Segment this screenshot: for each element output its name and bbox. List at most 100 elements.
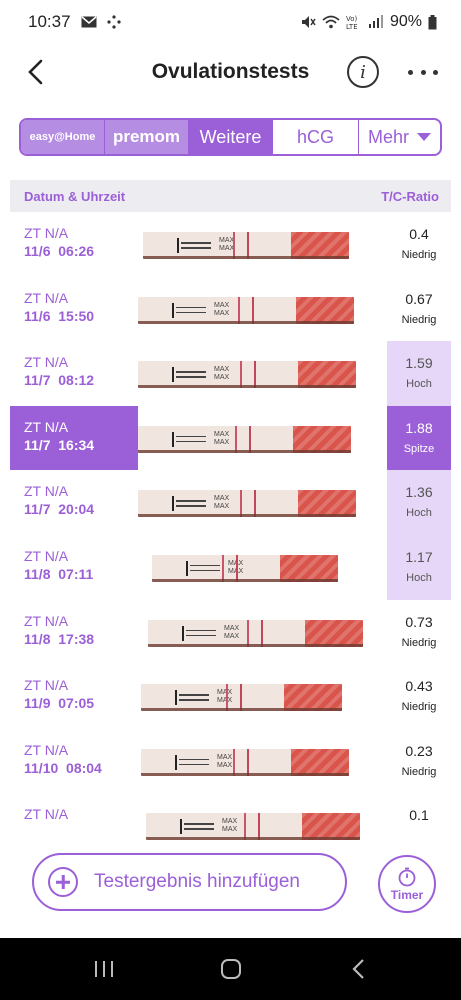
- test-row[interactable]: ZT N/A 11/6 06:26 MAX MAX 0.4 Niedrig: [0, 212, 461, 277]
- strip-control-line: [258, 813, 260, 841]
- test-row[interactable]: ZT N/A 11/7 08:12 MAX MAX 1.59 Hoch: [0, 341, 461, 406]
- strip-marker: [177, 238, 179, 253]
- strip-test-line: [222, 554, 224, 582]
- app-header: Ovulationstests i: [0, 48, 461, 96]
- timer-label: Timer: [390, 887, 424, 902]
- more-menu-button[interactable]: [408, 60, 438, 84]
- test-row[interactable]: ZT N/A 11/7 20:04 MAX MAX 1.36 Hoch: [0, 470, 461, 535]
- home-button[interactable]: [201, 949, 261, 989]
- page-title: Ovulationstests: [151, 60, 310, 83]
- strip-marker: [175, 754, 177, 770]
- strip-test-line: [240, 361, 242, 389]
- stopwatch-icon: [398, 867, 416, 886]
- tc-ratio-cell: 1.36 Hoch: [387, 470, 451, 535]
- lh-level-label: Hoch: [406, 507, 432, 520]
- lh-level-label: Hoch: [406, 571, 432, 584]
- test-strip-image[interactable]: MAXMAX: [143, 232, 349, 259]
- test-strip-image[interactable]: MAXMAX: [152, 554, 338, 582]
- dots-app-icon: [106, 15, 121, 29]
- test-row[interactable]: ZT N/A MAX MAX 0.1: [0, 793, 461, 858]
- test-datetime: 11/10 08:04: [24, 759, 102, 776]
- strip-max-label: MAXMAX: [214, 495, 230, 511]
- strip-arrow: [186, 629, 216, 632]
- more-dot-icon: [408, 69, 413, 75]
- row-date-cell: ZT N/A 11/7 08:12: [10, 341, 138, 406]
- test-strip-image[interactable]: MAXMAX: [141, 684, 342, 712]
- column-header-date: Datum & Uhrzeit: [24, 188, 126, 204]
- system-back-button[interactable]: [328, 949, 388, 989]
- test-strip-image[interactable]: MAXMAX: [146, 813, 360, 841]
- strip-arrow: [186, 634, 216, 637]
- tab-premom[interactable]: premom: [105, 120, 189, 154]
- test-strip-image[interactable]: MAXMAX: [141, 748, 349, 776]
- brand-tabs: easy@Home premom Weitere hCG Mehr: [19, 118, 442, 156]
- strip-arrow: [176, 440, 206, 443]
- test-strip-image[interactable]: MAXMAX: [138, 425, 351, 453]
- system-nav-bar: [0, 938, 461, 1000]
- tc-ratio-cell: 1.59 Hoch: [387, 341, 451, 406]
- test-strip-image[interactable]: MAXMAX: [138, 296, 354, 324]
- strip-marker: [172, 302, 174, 318]
- strip-shadow: [152, 578, 338, 582]
- strip-max-label: MAXMAX: [217, 753, 233, 769]
- tc-ratio-value: 1.59: [405, 355, 433, 372]
- strip-test-line: [244, 813, 246, 841]
- cycle-day-label: ZT N/A: [24, 806, 69, 823]
- strip-marker: [172, 496, 174, 512]
- strip-arrow: [181, 242, 211, 244]
- lh-level-label: Niedrig: [401, 249, 437, 261]
- tab-mehr-dropdown[interactable]: Mehr: [359, 120, 440, 154]
- tab-easy-at-home[interactable]: easy@Home: [21, 120, 105, 154]
- test-row[interactable]: ZT N/A 11/9 07:05 MAX MAX 0.43 Niedrig: [0, 664, 461, 729]
- strip-arrow: [176, 371, 206, 373]
- test-row[interactable]: ZT N/A 11/7 16:34 MAX MAX 1.88 Spitze: [0, 405, 461, 471]
- tc-ratio-cell: 0.4 Niedrig: [387, 212, 451, 277]
- test-datetime: 11/7 20:04: [24, 501, 95, 518]
- tc-ratio-value: 0.73: [405, 613, 433, 630]
- lh-level-label: Hoch: [406, 378, 432, 391]
- test-row[interactable]: ZT N/A 11/6 15:50 MAX MAX 0.67 Niedrig: [0, 277, 461, 342]
- test-strip-image[interactable]: MAXMAX: [138, 490, 356, 518]
- test-row[interactable]: ZT N/A 11/10 08:04 MAX MAX 0.23 Niedrig: [0, 729, 461, 794]
- tc-ratio-value: 0.67: [405, 290, 433, 307]
- strip-marker: [175, 690, 177, 706]
- plus-circle-icon: [48, 867, 78, 897]
- row-date-cell: ZT N/A 11/6 15:50: [10, 277, 138, 342]
- strip-arrow: [176, 500, 206, 502]
- strip-shadow: [146, 837, 360, 841]
- row-date-cell: ZT N/A 11/7 16:34: [10, 405, 138, 471]
- recent-apps-button[interactable]: [74, 949, 134, 989]
- lh-level-label: Niedrig: [401, 701, 437, 714]
- tab-hcg[interactable]: hCG: [273, 120, 359, 154]
- strip-arrow: [176, 435, 206, 438]
- test-row[interactable]: ZT N/A11/8 07:11 MAXMAX 1.17 Hoch: [0, 534, 461, 600]
- battery-icon: [428, 14, 437, 30]
- strip-max-label: MAXMAX: [214, 430, 230, 446]
- test-row[interactable]: ZT N/A 11/8 17:38 MAX MAX 0.73 Niedrig: [0, 600, 461, 665]
- table-header: Datum & Uhrzeit T/C-Ratio: [10, 180, 451, 212]
- tc-ratio-cell: 1.17 Hoch: [387, 534, 451, 600]
- strip-test-line: [235, 425, 237, 453]
- test-datetime: 11/6 15:50: [24, 307, 95, 324]
- test-strip-image[interactable]: MAXMAX: [148, 619, 363, 647]
- strip-shadow: [138, 449, 351, 453]
- timer-button[interactable]: Timer: [378, 855, 436, 913]
- strip-control-line: [247, 748, 249, 776]
- cycle-day-label: ZT N/A: [24, 354, 69, 371]
- back-button[interactable]: [22, 58, 48, 86]
- strip-handle: [293, 425, 351, 453]
- lh-level-label: Spitze: [403, 442, 435, 455]
- strip-max-label: MAXMAX: [214, 301, 230, 317]
- info-button[interactable]: i: [347, 56, 379, 88]
- tab-mehr-label: Mehr: [367, 126, 409, 147]
- strip-arrow: [190, 564, 220, 567]
- info-icon: i: [360, 61, 366, 83]
- lh-level-label: Niedrig: [401, 765, 437, 778]
- strip-max-label: MAXMAX: [224, 624, 240, 640]
- row-date-cell: ZT N/A 11/10 08:04: [10, 729, 138, 794]
- add-test-result-button[interactable]: Testergebnis hinzufügen: [32, 853, 347, 911]
- tab-weitere[interactable]: Weitere: [189, 120, 273, 154]
- strip-max-label: MAXMAX: [217, 689, 233, 705]
- test-strip-image[interactable]: MAXMAX: [138, 361, 356, 389]
- volte-icon: Vo) LTE: [346, 14, 362, 30]
